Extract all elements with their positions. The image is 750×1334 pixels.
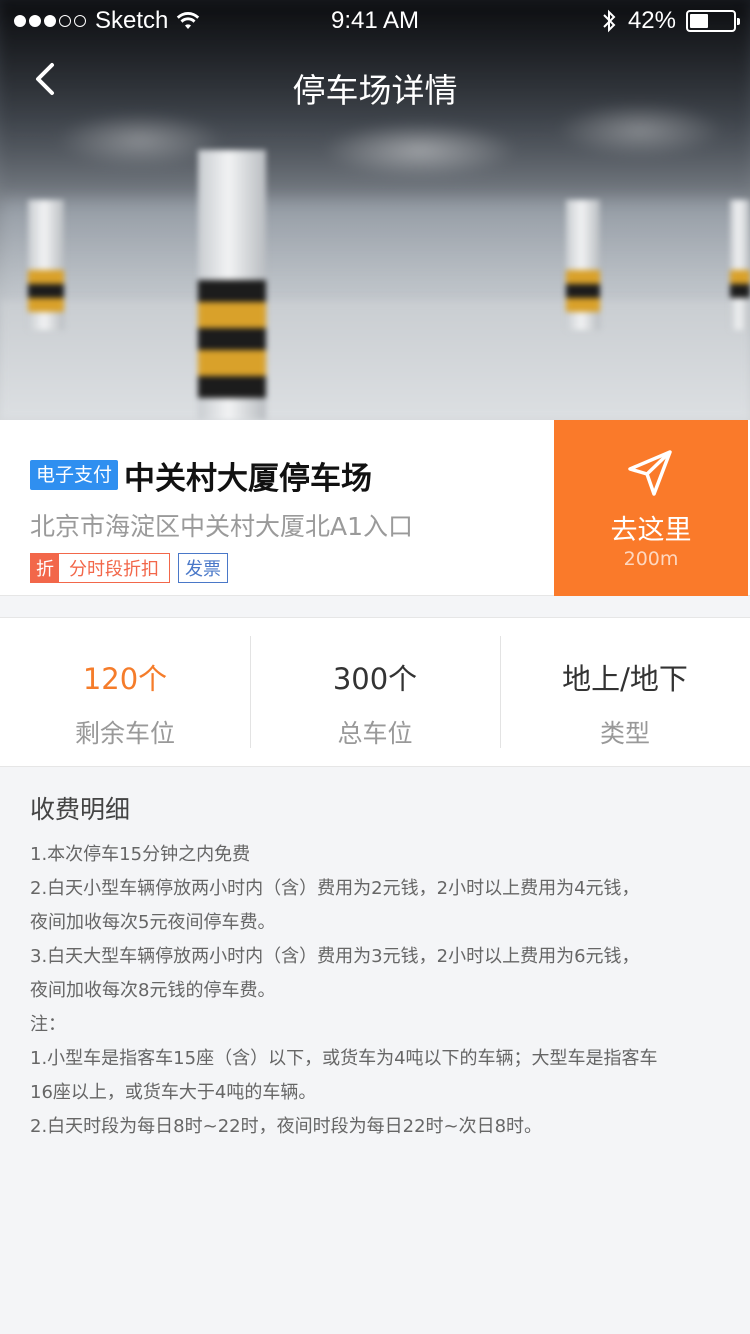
hero-floor: [0, 300, 750, 420]
status-right: 42%: [602, 7, 740, 35]
stat-total-spaces: 300个 总车位: [250, 618, 500, 766]
battery-percent: 42%: [627, 7, 676, 34]
fee-line: 注：: [30, 1014, 66, 1035]
discount-icon: 折: [31, 554, 59, 582]
stat-value: 120个: [82, 662, 168, 696]
hero-pillar: [730, 200, 750, 330]
stat-label: 类型: [599, 719, 650, 748]
stat-type: 地上/地下 类型: [500, 618, 750, 766]
stat-label: 总车位: [337, 719, 413, 748]
bluetooth-icon: [603, 9, 616, 33]
battery-icon: [686, 10, 740, 32]
hero-wall: [0, 200, 750, 310]
page-title: 停车场详情: [292, 71, 458, 110]
hero-pillar: [198, 150, 266, 420]
stat-value: 300个: [332, 662, 418, 696]
fee-line: 2.白天时段为每日8时~22时，夜间时段为每日22时~次日8时。: [30, 1116, 543, 1137]
discount-tag: 折 分时段折扣: [30, 553, 170, 583]
stat-value: 地上/地下: [562, 662, 688, 696]
navigate-button[interactable]: 去这里 200m: [554, 420, 748, 596]
battery-fill: [690, 14, 708, 28]
navigate-distance: 200m: [623, 548, 679, 570]
fee-line: 3.白天大型车辆停放两小时内（含）费用为3元钱，2小时以上费用为6元钱，: [30, 946, 640, 967]
fee-line: 1.本次停车15分钟之内免费: [30, 844, 251, 865]
tags-row: 折 分时段折扣 发票: [30, 553, 550, 583]
stat-remaining-spaces: 120个 剩余车位: [0, 618, 250, 766]
parking-address: 北京市海淀区中关村大厦北A1入口: [30, 512, 414, 541]
nav-bar: 停车场详情: [0, 40, 750, 130]
hero-pillar: [28, 200, 64, 330]
parking-info-card: 电子支付 中关村大厦停车场 北京市海淀区中关村大厦北A1入口 折 分时段折扣 发…: [0, 420, 750, 596]
fee-line: 16座以上，或货车大于4吨的车辆。: [30, 1082, 317, 1103]
fee-line: 夜间加收每次5元夜间停车费。: [30, 912, 276, 933]
fee-title: 收费明细: [30, 795, 131, 824]
navigate-label: 去这里: [610, 515, 692, 546]
fee-details: 收费明细 1.本次停车15分钟之内免费 2.白天小型车辆停放两小时内（含）费用为…: [30, 790, 730, 1144]
stat-label: 剩余车位: [74, 719, 175, 748]
fee-line: 2.白天小型车辆停放两小时内（含）费用为2元钱，2小时以上费用为4元钱，: [30, 878, 640, 899]
stats-panel: 120个 剩余车位 300个 总车位 地上/地下 类型: [0, 617, 750, 767]
navigate-arrow-icon: [628, 450, 672, 496]
hero-pillar: [566, 200, 600, 330]
status-bar: Sketch 9:41 AM 42%: [0, 0, 750, 40]
title-row: 电子支付 中关村大厦停车场: [30, 455, 550, 497]
e-payment-badge: 电子支付: [30, 460, 119, 490]
invoice-tag: 发票: [178, 553, 228, 583]
fee-line: 1.小型车是指客车15座（含）以下，或货车为4吨以下的车辆；大型车是指客车: [30, 1048, 658, 1069]
fee-line: 夜间加收每次8元钱的停车费。: [30, 980, 276, 1001]
parking-info: 电子支付 中关村大厦停车场 北京市海淀区中关村大厦北A1入口 折 分时段折扣 发…: [30, 455, 550, 583]
discount-text: 分时段折扣: [69, 559, 159, 580]
parking-name: 中关村大厦停车场: [124, 460, 373, 497]
